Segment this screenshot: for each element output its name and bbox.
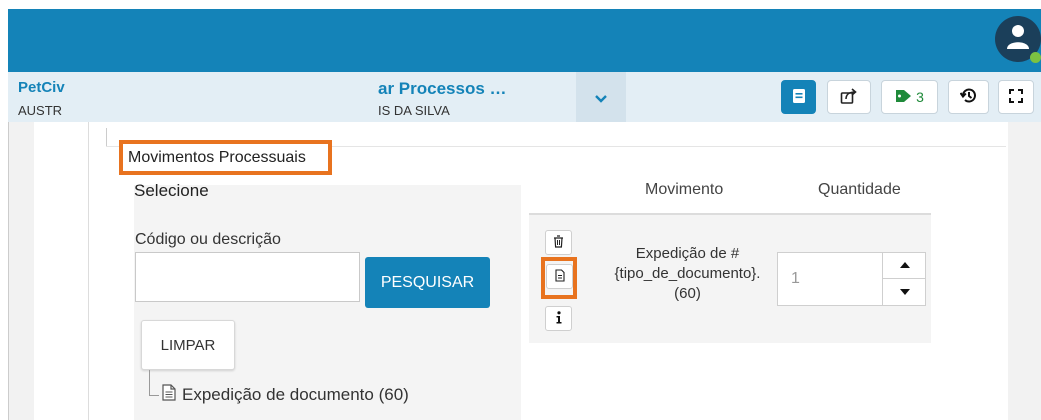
process-party-name: IS DA SILVA <box>378 103 450 118</box>
search-label: Código ou descrição <box>135 231 281 248</box>
caret-up-icon <box>899 260 910 271</box>
tree-item-label: Expedição de documento (60) <box>182 385 409 404</box>
fieldset-border-tick <box>106 128 107 146</box>
process-class-title[interactable]: PetCiv <box>18 79 65 96</box>
clear-button[interactable]: LIMPAR <box>141 320 235 370</box>
history-icon <box>959 87 977 107</box>
column-divider <box>88 122 89 420</box>
expand-header-button[interactable] <box>576 72 626 122</box>
search-button[interactable]: PESQUISAR <box>365 257 490 308</box>
column-header-quantity: Quantidade <box>818 181 901 198</box>
fullscreen-icon <box>1009 88 1023 106</box>
info-button[interactable] <box>545 306 572 331</box>
autos-button[interactable] <box>781 80 816 114</box>
info-icon <box>556 310 562 327</box>
select-panel-title: Selecione <box>134 181 209 200</box>
search-input[interactable] <box>135 252 360 302</box>
quantity-value: 1 <box>791 270 800 287</box>
share-icon <box>840 87 858 107</box>
tree-connector <box>149 370 159 396</box>
caret-down-icon <box>899 287 910 298</box>
increment-button[interactable] <box>883 252 926 279</box>
decrement-button[interactable] <box>883 279 926 306</box>
process-action-title[interactable]: ar Processos … <box>378 79 507 99</box>
tags-count: 3 <box>916 89 924 105</box>
trash-icon <box>553 234 564 251</box>
share-button[interactable] <box>827 80 871 114</box>
quantity-stepper <box>882 252 926 306</box>
user-icon <box>1006 24 1030 55</box>
fullscreen-button[interactable] <box>998 80 1034 114</box>
process-party-subtitle: AUSTR <box>18 103 63 118</box>
top-bar <box>8 9 1041 72</box>
section-legend: Movimentos Processuais <box>119 140 332 175</box>
process-header-center: ar Processos … IS DA SILVA <box>378 72 576 122</box>
tree-item-movement[interactable]: Expedição de documento (60) <box>162 384 409 406</box>
tag-icon <box>895 89 912 106</box>
content-left-frame <box>8 122 34 420</box>
section-legend-text: Movimentos Processuais <box>128 148 306 166</box>
online-status-dot <box>1030 52 1041 63</box>
history-button[interactable] <box>948 80 989 114</box>
column-header-movement: Movimento <box>645 181 724 198</box>
notebook-icon <box>792 88 806 107</box>
process-header-left: PetCiv AUSTR <box>8 72 88 122</box>
document-icon <box>554 268 565 285</box>
chevron-down-icon <box>595 87 607 108</box>
document-button[interactable] <box>546 264 573 289</box>
remove-movement-button[interactable] <box>545 230 572 255</box>
movement-description: Expedição de #{tipo_de_documento}. (60) <box>614 245 761 302</box>
file-icon <box>162 384 176 406</box>
content-right-frame <box>1008 122 1041 420</box>
tags-button[interactable]: 3 <box>881 80 938 114</box>
